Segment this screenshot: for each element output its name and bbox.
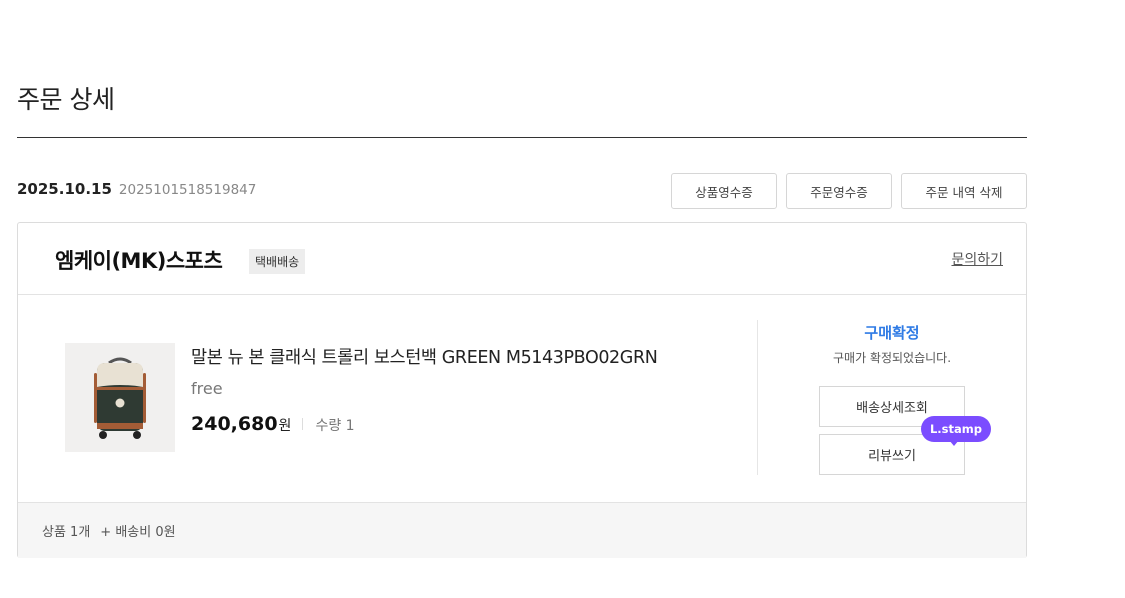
product-price: 240,680 (191, 413, 278, 435)
lstamp-badge-tail (949, 440, 959, 446)
seller-name: 엠케이(MK)스포츠 (55, 249, 223, 273)
order-number: 2025101518519847 (118, 182, 257, 198)
price-unit: 원 (278, 418, 292, 434)
inquiry-link[interactable]: 문의하기 (951, 249, 1003, 269)
summary-shipping-fee: + 배송비 0원 (100, 525, 176, 540)
order-actions: 상품영수증 주문영수증 주문 내역 삭제 (671, 173, 1027, 209)
order-meta: 2025.10.15 2025101518519847 (17, 180, 256, 198)
trolley-bag-icon (94, 357, 146, 439)
order-card: 엠케이(MK)스포츠 택배배송 문의하기 말본 뉴 본 클래식 트롤리 보스턴백… (17, 222, 1027, 558)
lstamp-badge: L.stamp (921, 416, 991, 442)
product-option: free (191, 379, 223, 398)
product-image[interactable] (65, 343, 175, 452)
price-separator (302, 418, 304, 430)
order-summary: 상품 1개 + 배송비 0원 (18, 502, 1026, 558)
page-title: 주문 상세 (17, 85, 115, 114)
order-date: 2025.10.15 (17, 180, 112, 198)
seller-header: 엠케이(MK)스포츠 택배배송 문의하기 (18, 223, 1026, 295)
vertical-divider (757, 320, 758, 475)
order-status-title: 구매확정 (864, 324, 920, 342)
title-divider (17, 137, 1027, 138)
order-status-description: 구매가 확정되었습니다. (832, 351, 952, 365)
product-name[interactable]: 말본 뉴 본 클래식 트롤리 보스턴백 GREEN M5143PBO02GRN (191, 344, 658, 369)
price-row: 240,680 원 수량 1 (191, 413, 355, 435)
summary-item-count: 상품 1개 (42, 525, 91, 540)
delete-order-button[interactable]: 주문 내역 삭제 (901, 173, 1027, 209)
delivery-type-badge: 택배배송 (249, 249, 306, 274)
product-receipt-button[interactable]: 상품영수증 (671, 173, 777, 209)
order-receipt-button[interactable]: 주문영수증 (786, 173, 892, 209)
product-quantity: 수량 1 (315, 418, 355, 434)
